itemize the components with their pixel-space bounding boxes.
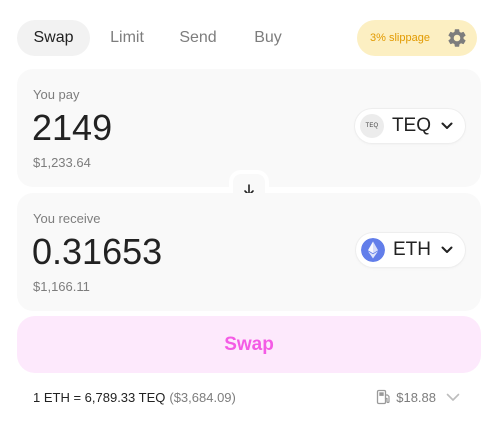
rate-text: 1 ETH = 6,789.33 TEQ bbox=[33, 390, 166, 405]
pay-fiat-value: $1,233.64 bbox=[33, 155, 91, 170]
slippage-settings-button[interactable]: 3% slippage bbox=[357, 20, 477, 56]
tab-limit[interactable]: Limit bbox=[98, 20, 156, 56]
teq-token-icon: TEQ bbox=[359, 114, 384, 138]
eth-icon bbox=[361, 238, 385, 262]
chevron-down-icon bbox=[441, 246, 453, 253]
chevron-down-icon[interactable] bbox=[446, 393, 460, 402]
pay-amount-input[interactable]: 2149 bbox=[32, 107, 112, 149]
tab-send[interactable]: Send bbox=[168, 20, 228, 56]
gear-icon bbox=[448, 29, 466, 47]
tab-swap[interactable]: Swap bbox=[17, 20, 90, 56]
receive-label: You receive bbox=[33, 211, 101, 226]
receive-token-selector[interactable]: ETH bbox=[356, 233, 465, 267]
tab-buy[interactable]: Buy bbox=[243, 20, 293, 56]
gas-estimate[interactable]: $18.88 bbox=[376, 389, 460, 405]
chevron-down-icon bbox=[441, 122, 453, 129]
rate-fiat: ($3,684.09) bbox=[169, 390, 236, 405]
gas-pump-icon bbox=[377, 389, 390, 405]
receive-amount-input[interactable]: 0.31653 bbox=[32, 231, 162, 273]
receive-token-symbol: ETH bbox=[393, 239, 431, 260]
pay-token-selector[interactable]: TEQ TEQ bbox=[354, 109, 465, 143]
exchange-rate[interactable]: 1 ETH = 6,789.33 TEQ ($3,684.09) bbox=[33, 390, 236, 405]
slippage-label: 3% slippage bbox=[370, 32, 430, 44]
pay-token-symbol: TEQ bbox=[391, 115, 431, 136]
gas-value: $18.88 bbox=[396, 389, 436, 405]
receive-fiat-value: $1,166.11 bbox=[33, 279, 90, 294]
pay-label: You pay bbox=[33, 87, 80, 102]
swap-tabs: Swap Limit Send Buy 3% slippage bbox=[17, 20, 477, 56]
swap-button[interactable]: Swap bbox=[17, 316, 481, 373]
receive-panel: You receive 0.31653 $1,166.11 ETH bbox=[17, 193, 481, 311]
